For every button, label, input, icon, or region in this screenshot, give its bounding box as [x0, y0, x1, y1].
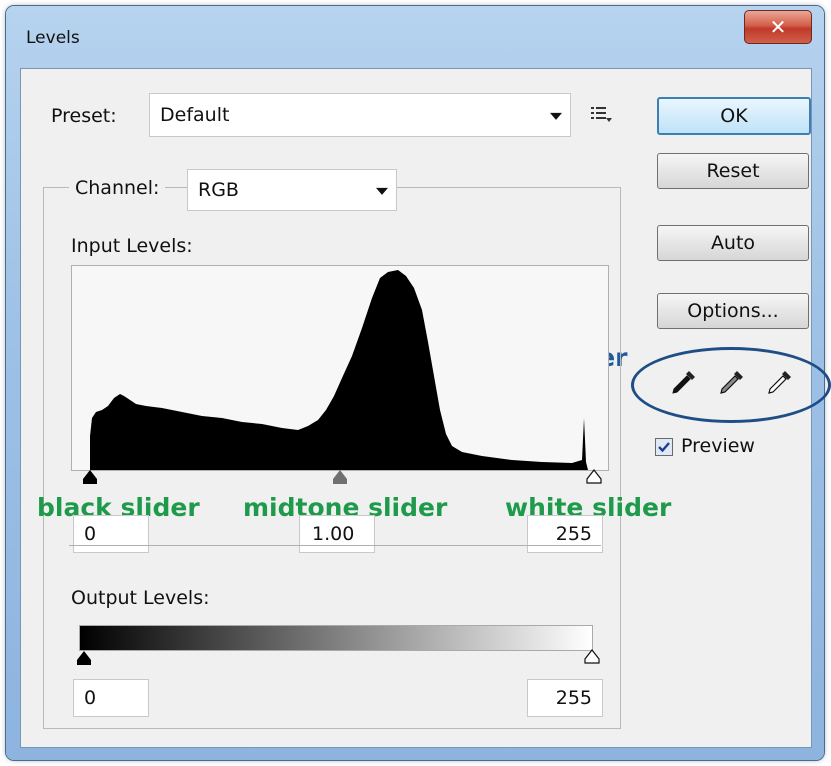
input-midtone-field[interactable]: 1.00	[299, 515, 375, 553]
preset-label: Preset:	[51, 105, 117, 127]
preview-checkbox[interactable]	[655, 438, 673, 456]
window-title: Levels	[26, 28, 80, 48]
histogram	[71, 265, 609, 471]
close-button[interactable]: ✕	[744, 10, 812, 44]
preset-menu-icon[interactable]	[591, 105, 613, 123]
midtone-slider-base	[333, 479, 347, 484]
input-white-field[interactable]: 255	[527, 515, 603, 553]
options-button[interactable]: Options...	[657, 293, 809, 329]
dialog-client-area: Preset: Default OK Reset Auto Options...…	[20, 68, 831, 748]
black-slider-handle[interactable]	[83, 470, 97, 479]
auto-button[interactable]: Auto	[657, 225, 809, 261]
channel-value: RGB	[198, 179, 239, 201]
channel-label: Channel:	[69, 177, 166, 199]
chevron-down-icon	[550, 112, 562, 120]
levels-separator	[69, 545, 601, 546]
preset-dropdown[interactable]: Default	[149, 93, 571, 137]
levels-dialog: Levels ✕ Preset: Default OK Reset Auto O…	[6, 6, 831, 760]
preview-label: Preview	[681, 435, 755, 457]
channel-dropdown[interactable]: RGB	[187, 169, 397, 211]
white-slider-handle[interactable]	[586, 469, 602, 485]
ok-button[interactable]: OK	[657, 97, 811, 135]
input-midtone-value: 1.00	[312, 523, 355, 545]
output-white-value: 255	[555, 687, 592, 709]
histogram-graph	[90, 270, 588, 470]
black-point-dropper-icon[interactable]	[669, 367, 699, 397]
output-black-field[interactable]: 0	[73, 679, 149, 717]
input-levels-label: Input Levels:	[71, 235, 193, 257]
white-point-dropper-icon[interactable]	[765, 367, 795, 397]
close-icon: ✕	[769, 15, 787, 39]
midtone-slider-handle[interactable]	[333, 470, 347, 479]
input-black-value: 0	[84, 523, 97, 545]
checkmark-icon	[658, 442, 670, 453]
reset-button[interactable]: Reset	[657, 153, 809, 189]
black-slider-base	[83, 479, 97, 484]
output-levels-label: Output Levels:	[71, 587, 210, 609]
preset-value: Default	[160, 104, 230, 126]
input-white-value: 255	[555, 523, 592, 545]
output-black-slider-handle[interactable]	[77, 651, 91, 660]
output-white-field[interactable]: 255	[527, 679, 603, 717]
output-gradient-bar	[79, 625, 593, 651]
input-black-field[interactable]: 0	[73, 515, 149, 553]
title-bar: Levels ✕	[6, 6, 824, 68]
chevron-down-icon	[376, 187, 388, 195]
output-black-value: 0	[84, 687, 97, 709]
gray-point-dropper-icon[interactable]	[717, 367, 747, 397]
output-black-slider-base	[77, 660, 91, 665]
output-white-slider-handle[interactable]	[584, 649, 600, 665]
